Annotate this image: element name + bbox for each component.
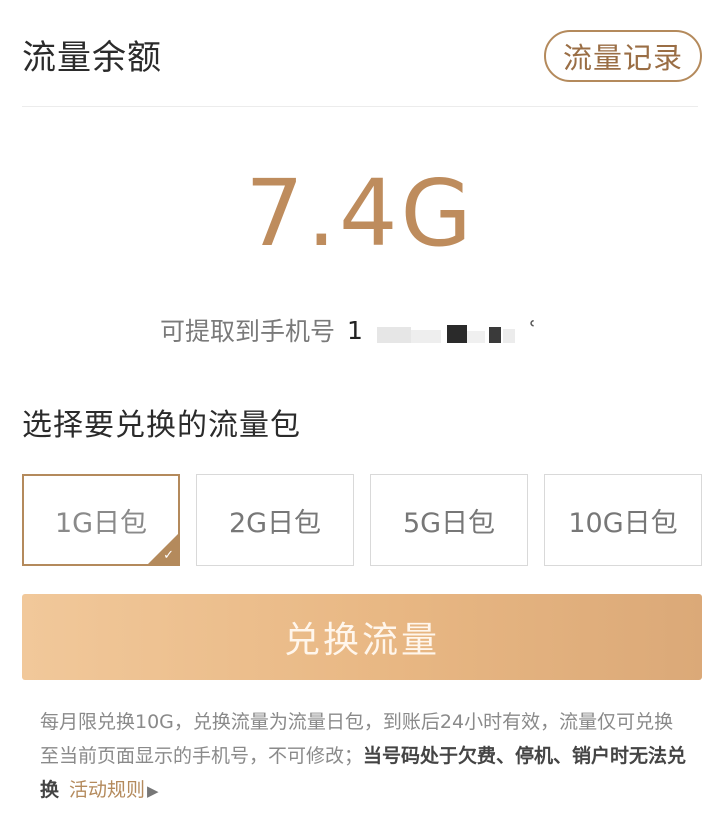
header: 流量余额 流量记录 <box>0 0 720 108</box>
package-option-5g[interactable]: 5G日包 <box>370 474 528 566</box>
phone-number-visible: 1 <box>347 315 363 345</box>
traffic-record-button[interactable]: 流量记录 <box>544 30 702 82</box>
package-label: 1G日包 <box>54 507 148 539</box>
activity-rules-label: 活动规则 <box>69 779 146 801</box>
package-section-title: 选择要兑换的流量包 <box>22 408 301 443</box>
package-option-10g[interactable]: 10G日包 <box>544 474 702 566</box>
exchange-traffic-button[interactable]: 兑换流量 <box>22 594 702 680</box>
check-icon: ✓ <box>163 548 174 563</box>
activity-rules-link[interactable]: 活动规则 ▶ <box>69 779 159 801</box>
traffic-balance-value: 7.4G <box>245 160 475 267</box>
phone-number: 1 ʿ <box>347 316 537 345</box>
package-option-1g[interactable]: 1G日包 ✓ <box>22 474 180 566</box>
package-label: 5G日包 <box>402 507 496 539</box>
phone-number-mask <box>371 321 521 343</box>
phone-number-tail: ʿ <box>528 315 537 345</box>
blur-mask-icon <box>376 324 515 343</box>
page-title: 流量余额 <box>22 38 162 78</box>
phone-label: 可提取到手机号 <box>160 317 336 346</box>
package-label: 10G日包 <box>568 507 678 539</box>
notice-text: 每月限兑换10G，兑换流量为流量日包，到账后24小时有效，流量仅可兑换至当前页面… <box>40 705 690 808</box>
package-label: 2G日包 <box>228 507 322 539</box>
phone-row: 可提取到手机号 1 ʿ <box>160 312 537 348</box>
header-divider <box>22 106 698 107</box>
package-options: 1G日包 ✓ 2G日包 5G日包 10G日包 <box>22 474 702 566</box>
chevron-right-icon: ▶ <box>147 782 159 800</box>
package-option-2g[interactable]: 2G日包 <box>196 474 354 566</box>
